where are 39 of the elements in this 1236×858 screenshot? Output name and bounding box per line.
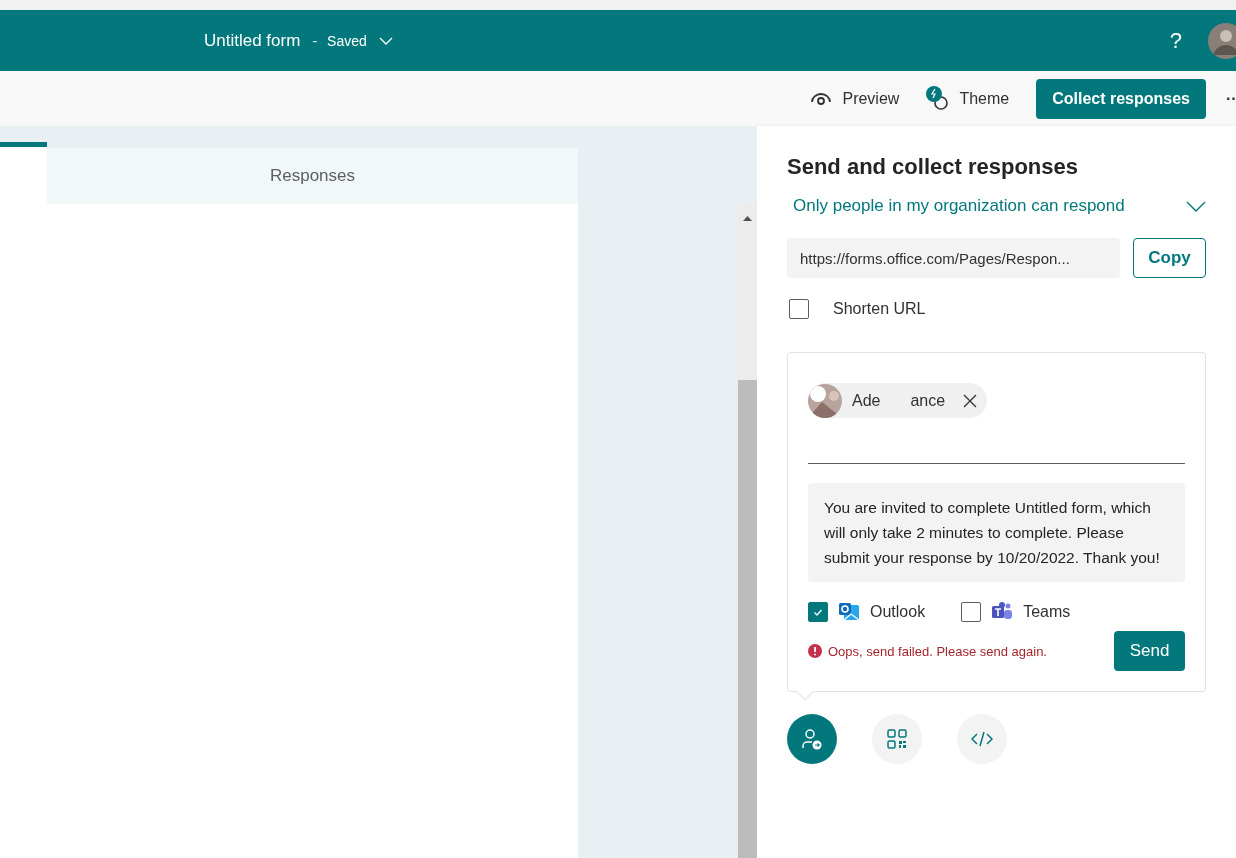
checkbox[interactable] — [961, 602, 982, 622]
save-status: Saved — [327, 32, 367, 49]
eye-icon — [810, 91, 833, 106]
chevron-down-icon[interactable] — [378, 36, 393, 45]
theme-button[interactable]: Theme — [912, 78, 1023, 119]
tab[interactable]: Responses — [47, 148, 578, 204]
avatar-icon[interactable] — [1206, 20, 1236, 61]
channel-label: Teams — [1023, 603, 1071, 621]
recipient-name: Ade — [852, 391, 881, 410]
message-text[interactable]: You are invited to complete Untitled form, which will only take 2 minutes to complete. Please submit your response by 10/20/2022. Thank you! — [808, 483, 1185, 582]
checkbox-label: Shorten URL — [833, 300, 926, 318]
chevron-down-icon — [1186, 200, 1206, 212]
panel-title: Send and collect responses — [787, 154, 1079, 180]
copy-button[interactable]: Copy — [1133, 238, 1206, 278]
code-icon — [971, 730, 993, 748]
palette-icon — [925, 84, 950, 113]
qr-mode-button[interactable] — [872, 714, 922, 764]
qr-code-icon — [887, 729, 907, 749]
more-button[interactable]: ·· — [1226, 89, 1236, 108]
form-title: Untitled form — [204, 30, 301, 51]
recipient-name: ance — [910, 391, 946, 410]
send-button[interactable]: Send — [1114, 631, 1185, 671]
error-text: Oops, send failed. Please send again. — [828, 643, 1047, 659]
recipient-chip[interactable]: Ade ance — [808, 383, 988, 418]
close-icon[interactable] — [963, 393, 978, 408]
url-field[interactable]: https://forms.office.com/Pages/Respon... — [787, 238, 1120, 278]
collect-responses-button[interactable]: Collect responses — [1036, 78, 1206, 119]
person-send-icon — [800, 727, 824, 751]
channel-label: Outlook — [870, 603, 926, 621]
preview-button[interactable]: Preview — [797, 78, 913, 119]
checkbox[interactable] — [808, 602, 828, 622]
audience-dropdown[interactable]: Only people in my organization can respond — [787, 196, 1206, 216]
help-button[interactable]: ? — [1169, 27, 1182, 54]
share-mode-button[interactable] — [787, 714, 837, 764]
scrollbar[interactable] — [738, 205, 757, 858]
title-separator: - — [312, 32, 318, 49]
checkbox[interactable] — [789, 299, 809, 319]
mail-app-icon — [838, 601, 860, 623]
error-icon — [808, 644, 822, 658]
